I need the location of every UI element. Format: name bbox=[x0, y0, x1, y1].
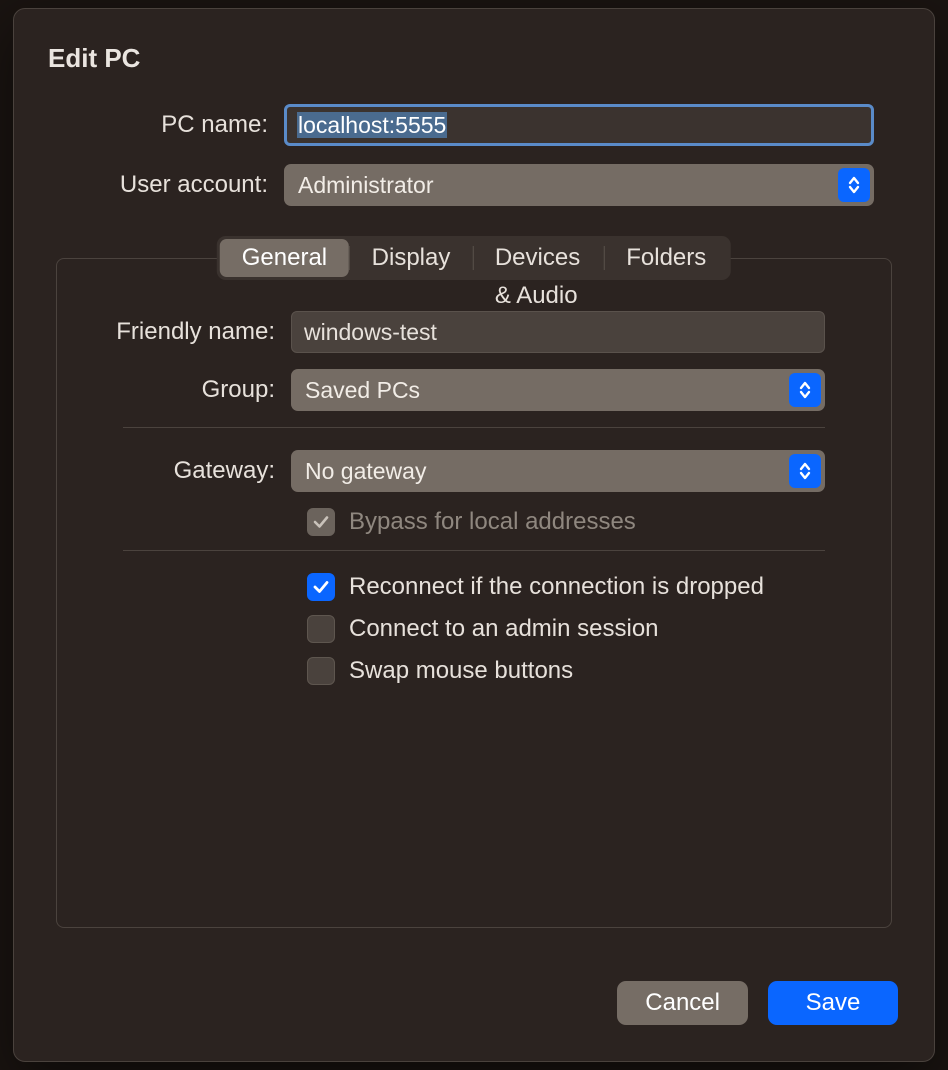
general-panel: Friendly name: windows-test Group: Saved… bbox=[56, 258, 892, 928]
divider bbox=[123, 427, 825, 428]
group-select[interactable]: Saved PCs bbox=[291, 369, 825, 411]
group-label: Group: bbox=[57, 376, 291, 404]
tab-general[interactable]: General bbox=[220, 239, 349, 277]
admin-session-checkbox[interactable] bbox=[307, 615, 335, 643]
gateway-value: No gateway bbox=[305, 458, 426, 484]
group-value: Saved PCs bbox=[305, 377, 420, 403]
bypass-local-label: Bypass for local addresses bbox=[349, 508, 636, 536]
swap-mouse-label: Swap mouse buttons bbox=[349, 657, 573, 685]
user-account-select[interactable]: Administrator bbox=[284, 164, 874, 206]
cancel-button[interactable]: Cancel bbox=[617, 981, 748, 1025]
friendly-name-value: windows-test bbox=[304, 319, 437, 345]
bypass-local-checkbox bbox=[307, 508, 335, 536]
friendly-name-label: Friendly name: bbox=[57, 318, 291, 346]
reconnect-label: Reconnect if the connection is dropped bbox=[349, 573, 764, 601]
user-account-value: Administrator bbox=[298, 172, 433, 198]
top-fields: PC name: localhost:5555 User account: Ad… bbox=[14, 74, 934, 224]
tab-display[interactable]: Display bbox=[350, 239, 473, 277]
bypass-local-row: Bypass for local addresses bbox=[307, 508, 891, 536]
dialog-footer: Cancel Save bbox=[14, 981, 934, 1061]
select-stepper-icon bbox=[789, 373, 821, 407]
tab-folders[interactable]: Folders bbox=[604, 239, 728, 277]
admin-session-row: Connect to an admin session bbox=[307, 615, 891, 643]
select-stepper-icon bbox=[789, 454, 821, 488]
divider bbox=[123, 550, 825, 551]
gateway-label: Gateway: bbox=[57, 457, 291, 485]
user-account-label: User account: bbox=[14, 171, 284, 199]
reconnect-checkbox[interactable] bbox=[307, 573, 335, 601]
dialog-title: Edit PC bbox=[14, 9, 934, 74]
swap-mouse-row: Swap mouse buttons bbox=[307, 657, 891, 685]
friendly-name-input[interactable]: windows-test bbox=[291, 311, 825, 353]
swap-mouse-checkbox[interactable] bbox=[307, 657, 335, 685]
tab-devices-audio[interactable]: Devices & Audio bbox=[473, 239, 604, 277]
pc-name-input[interactable]: localhost:5555 bbox=[284, 104, 874, 146]
reconnect-row: Reconnect if the connection is dropped bbox=[307, 573, 891, 601]
tab-bar: General Display Devices & Audio Folders bbox=[217, 236, 731, 280]
admin-session-label: Connect to an admin session bbox=[349, 615, 659, 643]
gateway-select[interactable]: No gateway bbox=[291, 450, 825, 492]
edit-pc-dialog: Edit PC PC name: localhost:5555 User acc… bbox=[13, 8, 935, 1062]
pc-name-value: localhost:5555 bbox=[297, 112, 447, 138]
select-stepper-icon bbox=[838, 168, 870, 202]
save-button[interactable]: Save bbox=[768, 981, 898, 1025]
tab-panel: General Display Devices & Audio Folders … bbox=[56, 258, 892, 981]
pc-name-label: PC name: bbox=[14, 111, 284, 139]
